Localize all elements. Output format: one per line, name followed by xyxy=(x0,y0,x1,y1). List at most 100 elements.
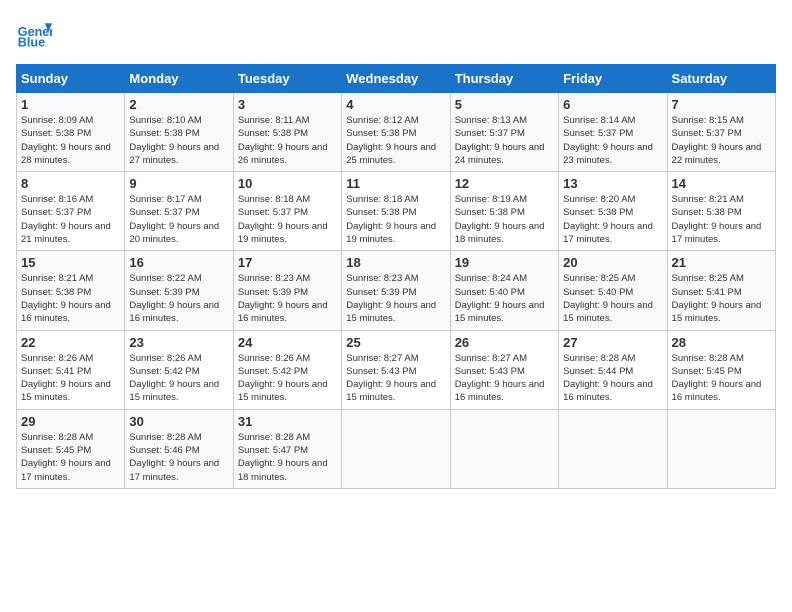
day-info: Sunrise: 8:26 AMSunset: 5:42 PMDaylight:… xyxy=(238,353,328,404)
day-of-week-header: Wednesday xyxy=(342,65,450,93)
day-number: 3 xyxy=(238,97,337,112)
calendar-day-cell: 4 Sunrise: 8:12 AMSunset: 5:38 PMDayligh… xyxy=(342,93,450,172)
day-number: 28 xyxy=(672,335,771,350)
day-info: Sunrise: 8:21 AMSunset: 5:38 PMDaylight:… xyxy=(672,194,762,245)
calendar-day-cell: 2 Sunrise: 8:10 AMSunset: 5:38 PMDayligh… xyxy=(125,93,233,172)
day-number: 14 xyxy=(672,176,771,191)
day-info: Sunrise: 8:12 AMSunset: 5:38 PMDaylight:… xyxy=(346,115,436,166)
calendar-day-cell: 19 Sunrise: 8:24 AMSunset: 5:40 PMDaylig… xyxy=(450,251,558,330)
calendar-day-cell: 3 Sunrise: 8:11 AMSunset: 5:38 PMDayligh… xyxy=(233,93,341,172)
day-of-week-header: Monday xyxy=(125,65,233,93)
day-info: Sunrise: 8:11 AMSunset: 5:38 PMDaylight:… xyxy=(238,115,328,166)
calendar-day-cell: 16 Sunrise: 8:22 AMSunset: 5:39 PMDaylig… xyxy=(125,251,233,330)
calendar-day-cell: 18 Sunrise: 8:23 AMSunset: 5:39 PMDaylig… xyxy=(342,251,450,330)
day-number: 30 xyxy=(129,414,228,429)
calendar-week-row: 8 Sunrise: 8:16 AMSunset: 5:37 PMDayligh… xyxy=(17,172,776,251)
day-info: Sunrise: 8:25 AMSunset: 5:40 PMDaylight:… xyxy=(563,273,653,324)
calendar-day-cell: 13 Sunrise: 8:20 AMSunset: 5:38 PMDaylig… xyxy=(559,172,667,251)
day-number: 7 xyxy=(672,97,771,112)
calendar-week-row: 29 Sunrise: 8:28 AMSunset: 5:45 PMDaylig… xyxy=(17,409,776,488)
day-info: Sunrise: 8:28 AMSunset: 5:45 PMDaylight:… xyxy=(21,432,111,483)
calendar-day-cell: 21 Sunrise: 8:25 AMSunset: 5:41 PMDaylig… xyxy=(667,251,775,330)
day-info: Sunrise: 8:22 AMSunset: 5:39 PMDaylight:… xyxy=(129,273,219,324)
calendar-day-cell: 30 Sunrise: 8:28 AMSunset: 5:46 PMDaylig… xyxy=(125,409,233,488)
calendar-day-cell: 9 Sunrise: 8:17 AMSunset: 5:37 PMDayligh… xyxy=(125,172,233,251)
day-of-week-header: Tuesday xyxy=(233,65,341,93)
page-header: General Blue xyxy=(16,16,776,52)
calendar-day-cell: 29 Sunrise: 8:28 AMSunset: 5:45 PMDaylig… xyxy=(17,409,125,488)
day-info: Sunrise: 8:27 AMSunset: 5:43 PMDaylight:… xyxy=(346,353,436,404)
calendar-body: 1 Sunrise: 8:09 AMSunset: 5:38 PMDayligh… xyxy=(17,93,776,489)
day-info: Sunrise: 8:10 AMSunset: 5:38 PMDaylight:… xyxy=(129,115,219,166)
calendar-header: SundayMondayTuesdayWednesdayThursdayFrid… xyxy=(17,65,776,93)
day-info: Sunrise: 8:28 AMSunset: 5:44 PMDaylight:… xyxy=(563,353,653,404)
day-number: 20 xyxy=(563,255,662,270)
calendar-day-cell: 25 Sunrise: 8:27 AMSunset: 5:43 PMDaylig… xyxy=(342,330,450,409)
calendar-week-row: 1 Sunrise: 8:09 AMSunset: 5:38 PMDayligh… xyxy=(17,93,776,172)
day-info: Sunrise: 8:18 AMSunset: 5:37 PMDaylight:… xyxy=(238,194,328,245)
day-number: 18 xyxy=(346,255,445,270)
day-number: 24 xyxy=(238,335,337,350)
day-info: Sunrise: 8:21 AMSunset: 5:38 PMDaylight:… xyxy=(21,273,111,324)
calendar-week-row: 15 Sunrise: 8:21 AMSunset: 5:38 PMDaylig… xyxy=(17,251,776,330)
day-info: Sunrise: 8:14 AMSunset: 5:37 PMDaylight:… xyxy=(563,115,653,166)
day-info: Sunrise: 8:20 AMSunset: 5:38 PMDaylight:… xyxy=(563,194,653,245)
calendar-day-cell: 26 Sunrise: 8:27 AMSunset: 5:43 PMDaylig… xyxy=(450,330,558,409)
day-info: Sunrise: 8:24 AMSunset: 5:40 PMDaylight:… xyxy=(455,273,545,324)
calendar-day-cell: 27 Sunrise: 8:28 AMSunset: 5:44 PMDaylig… xyxy=(559,330,667,409)
calendar-day-cell xyxy=(667,409,775,488)
day-info: Sunrise: 8:15 AMSunset: 5:37 PMDaylight:… xyxy=(672,115,762,166)
day-info: Sunrise: 8:17 AMSunset: 5:37 PMDaylight:… xyxy=(129,194,219,245)
day-info: Sunrise: 8:23 AMSunset: 5:39 PMDaylight:… xyxy=(346,273,436,324)
day-info: Sunrise: 8:26 AMSunset: 5:42 PMDaylight:… xyxy=(129,353,219,404)
day-of-week-header: Friday xyxy=(559,65,667,93)
day-number: 11 xyxy=(346,176,445,191)
calendar-table: SundayMondayTuesdayWednesdayThursdayFrid… xyxy=(16,64,776,489)
calendar-week-row: 22 Sunrise: 8:26 AMSunset: 5:41 PMDaylig… xyxy=(17,330,776,409)
calendar-day-cell: 11 Sunrise: 8:18 AMSunset: 5:38 PMDaylig… xyxy=(342,172,450,251)
calendar-day-cell: 23 Sunrise: 8:26 AMSunset: 5:42 PMDaylig… xyxy=(125,330,233,409)
day-number: 27 xyxy=(563,335,662,350)
logo-icon: General Blue xyxy=(16,16,52,52)
day-number: 22 xyxy=(21,335,120,350)
calendar-day-cell: 31 Sunrise: 8:28 AMSunset: 5:47 PMDaylig… xyxy=(233,409,341,488)
calendar-day-cell: 1 Sunrise: 8:09 AMSunset: 5:38 PMDayligh… xyxy=(17,93,125,172)
day-info: Sunrise: 8:25 AMSunset: 5:41 PMDaylight:… xyxy=(672,273,762,324)
calendar-day-cell: 22 Sunrise: 8:26 AMSunset: 5:41 PMDaylig… xyxy=(17,330,125,409)
day-number: 19 xyxy=(455,255,554,270)
calendar-day-cell: 15 Sunrise: 8:21 AMSunset: 5:38 PMDaylig… xyxy=(17,251,125,330)
day-of-week-header: Saturday xyxy=(667,65,775,93)
calendar-day-cell: 7 Sunrise: 8:15 AMSunset: 5:37 PMDayligh… xyxy=(667,93,775,172)
day-info: Sunrise: 8:19 AMSunset: 5:38 PMDaylight:… xyxy=(455,194,545,245)
day-info: Sunrise: 8:13 AMSunset: 5:37 PMDaylight:… xyxy=(455,115,545,166)
day-number: 16 xyxy=(129,255,228,270)
day-number: 25 xyxy=(346,335,445,350)
day-info: Sunrise: 8:27 AMSunset: 5:43 PMDaylight:… xyxy=(455,353,545,404)
calendar-day-cell: 8 Sunrise: 8:16 AMSunset: 5:37 PMDayligh… xyxy=(17,172,125,251)
day-info: Sunrise: 8:18 AMSunset: 5:38 PMDaylight:… xyxy=(346,194,436,245)
day-number: 21 xyxy=(672,255,771,270)
day-of-week-header: Sunday xyxy=(17,65,125,93)
day-number: 17 xyxy=(238,255,337,270)
day-info: Sunrise: 8:28 AMSunset: 5:47 PMDaylight:… xyxy=(238,432,328,483)
day-number: 2 xyxy=(129,97,228,112)
calendar-day-cell xyxy=(450,409,558,488)
day-number: 5 xyxy=(455,97,554,112)
day-number: 23 xyxy=(129,335,228,350)
calendar-day-cell: 6 Sunrise: 8:14 AMSunset: 5:37 PMDayligh… xyxy=(559,93,667,172)
calendar-day-cell: 20 Sunrise: 8:25 AMSunset: 5:40 PMDaylig… xyxy=(559,251,667,330)
day-info: Sunrise: 8:28 AMSunset: 5:46 PMDaylight:… xyxy=(129,432,219,483)
day-number: 9 xyxy=(129,176,228,191)
day-number: 29 xyxy=(21,414,120,429)
day-of-week-header: Thursday xyxy=(450,65,558,93)
calendar-day-cell: 10 Sunrise: 8:18 AMSunset: 5:37 PMDaylig… xyxy=(233,172,341,251)
calendar-day-cell xyxy=(559,409,667,488)
calendar-day-cell: 24 Sunrise: 8:26 AMSunset: 5:42 PMDaylig… xyxy=(233,330,341,409)
day-number: 1 xyxy=(21,97,120,112)
calendar-day-cell: 28 Sunrise: 8:28 AMSunset: 5:45 PMDaylig… xyxy=(667,330,775,409)
day-number: 12 xyxy=(455,176,554,191)
calendar-day-cell: 14 Sunrise: 8:21 AMSunset: 5:38 PMDaylig… xyxy=(667,172,775,251)
day-info: Sunrise: 8:23 AMSunset: 5:39 PMDaylight:… xyxy=(238,273,328,324)
day-number: 10 xyxy=(238,176,337,191)
calendar-day-cell: 17 Sunrise: 8:23 AMSunset: 5:39 PMDaylig… xyxy=(233,251,341,330)
